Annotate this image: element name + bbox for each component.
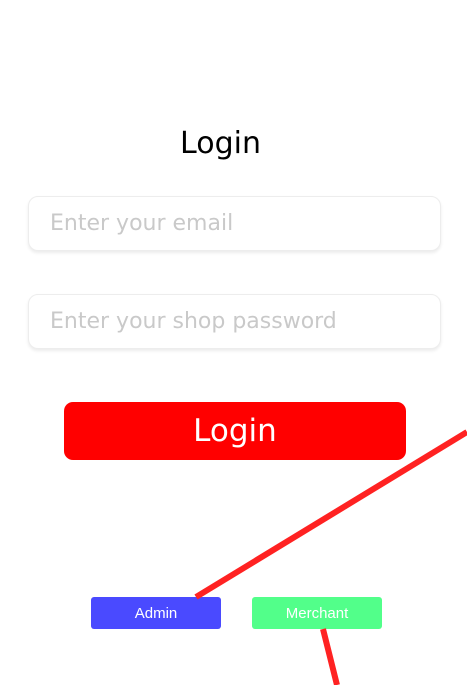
admin-button[interactable]: Admin bbox=[91, 597, 221, 629]
page-title: Login bbox=[180, 126, 261, 161]
login-button[interactable]: Login bbox=[64, 402, 406, 460]
password-field[interactable] bbox=[28, 294, 441, 349]
email-field[interactable] bbox=[28, 196, 441, 251]
merchant-button[interactable]: Merchant bbox=[252, 597, 382, 629]
annotation-line-merchant bbox=[320, 628, 340, 685]
